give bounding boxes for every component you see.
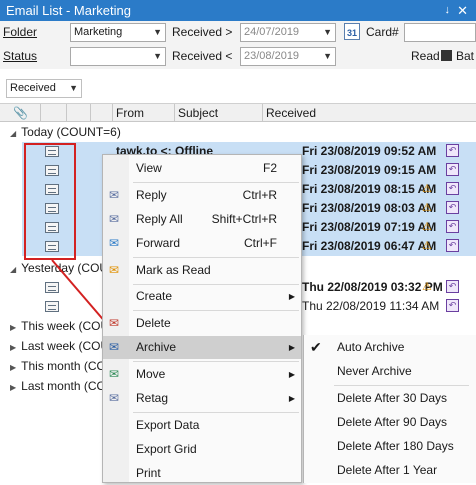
submenu-item-delete-1-year[interactable]: Delete After 1 Year xyxy=(304,458,476,482)
chevron-down-icon: ▼ xyxy=(69,83,78,93)
column-read[interactable] xyxy=(66,104,90,122)
menu-item-archive[interactable]: ✉ Archive ▶ xyxy=(103,336,301,359)
warning-icon: ⚠ xyxy=(422,240,432,252)
submenu-item-auto-archive[interactable]: ✔ Auto Archive xyxy=(304,335,476,359)
expand-icon: ▶ xyxy=(10,383,17,392)
window-title: Email List - Marketing xyxy=(6,3,131,18)
submenu-arrow-icon: ▶ xyxy=(288,394,295,403)
reply-status-icon: ↶ xyxy=(446,144,459,157)
expand-icon: ▶ xyxy=(10,343,17,352)
received-before-label: Received < xyxy=(172,49,233,63)
group-by-select[interactable]: Received ▼ xyxy=(6,79,82,98)
menu-divider xyxy=(133,412,299,413)
column-received[interactable]: Received xyxy=(262,104,476,122)
reply-status-icon: ↶ xyxy=(446,220,459,233)
column-icon[interactable] xyxy=(40,104,66,122)
reply-status-icon: ↶ xyxy=(446,299,459,312)
forward-icon: ✉ xyxy=(109,236,120,250)
card-label: Card# xyxy=(366,25,399,39)
menu-item-export-data[interactable]: Export Data xyxy=(103,414,301,437)
reply-status-icon: ↶ xyxy=(446,182,459,195)
menu-divider xyxy=(133,310,299,311)
selection-annotation-box xyxy=(24,143,76,260)
group-by-bar: Received ▼ xyxy=(0,69,476,103)
received-before-date[interactable]: 23/08/2019 ▼ xyxy=(240,47,336,66)
chevron-down-icon: ▼ xyxy=(153,27,162,37)
close-icon[interactable]: ✕ xyxy=(457,0,468,21)
reply-status-icon: ↶ xyxy=(446,280,459,293)
column-flag[interactable] xyxy=(90,104,112,122)
warning-icon: ⚠ xyxy=(422,281,432,293)
menu-item-delete[interactable]: ✉ Delete xyxy=(103,312,301,335)
menu-item-forward[interactable]: ✉ Forward Ctrl+F xyxy=(103,232,301,255)
submenu-arrow-icon: ▶ xyxy=(288,370,295,379)
reply-all-icon: ✉ xyxy=(109,212,120,226)
menu-item-create[interactable]: Create ▶ xyxy=(103,285,301,308)
received-after-label: Received > xyxy=(172,25,233,39)
submenu-arrow-icon: ▶ xyxy=(288,292,295,301)
expand-icon: ▶ xyxy=(10,323,17,332)
context-menu: View F2 ✉ Reply Ctrl+R ✉ Reply All Shift… xyxy=(102,154,302,483)
read-checkbox[interactable] xyxy=(441,50,452,61)
window-title-bar: Email List - Marketing ↓ ✕ xyxy=(0,0,476,21)
submenu-arrow-icon: ▶ xyxy=(288,343,295,352)
warning-icon: ⚠ xyxy=(422,183,432,195)
collapse-icon: ◢ xyxy=(10,129,17,138)
attachment-column-icon[interactable]: 📎 xyxy=(10,104,40,122)
reply-status-icon: ↶ xyxy=(446,163,459,176)
submenu-item-never-archive[interactable]: Never Archive xyxy=(304,359,476,383)
archive-submenu: ✔ Auto Archive Never Archive Delete Afte… xyxy=(303,335,476,483)
folder-label: Folder xyxy=(3,25,38,39)
chevron-down-icon: ▼ xyxy=(323,27,332,37)
archive-icon: ✉ xyxy=(109,340,120,354)
received-after-date[interactable]: 24/07/2019 ▼ xyxy=(240,23,336,42)
email-icon xyxy=(45,282,59,293)
pin-icon[interactable]: ↓ xyxy=(445,0,451,21)
group-today[interactable]: ◢ Today (COUNT=6) xyxy=(0,123,476,142)
menu-item-view[interactable]: View F2 xyxy=(103,157,301,180)
menu-divider xyxy=(133,361,299,362)
batch-label: Bat xyxy=(456,49,475,63)
status-select[interactable]: ▼ xyxy=(70,47,166,66)
submenu-item-delete-30[interactable]: Delete After 30 Days xyxy=(304,386,476,410)
menu-item-reply[interactable]: ✉ Reply Ctrl+R xyxy=(103,184,301,207)
warning-icon: ⚠ xyxy=(422,202,432,214)
expand-icon: ▶ xyxy=(10,363,17,372)
reply-status-icon: ↶ xyxy=(446,201,459,214)
menu-divider xyxy=(133,257,299,258)
email-open-icon xyxy=(45,301,59,312)
checkmark-icon: ✔ xyxy=(310,339,322,355)
submenu-item-delete-180[interactable]: Delete After 180 Days xyxy=(304,434,476,458)
submenu-item-delete-90[interactable]: Delete After 90 Days xyxy=(304,410,476,434)
calendar-icon[interactable]: 31 xyxy=(344,23,360,40)
grid-header: 📎 From Subject Received xyxy=(0,103,476,122)
menu-item-reply-all[interactable]: ✉ Reply All Shift+Ctrl+R xyxy=(103,208,301,231)
folder-select[interactable]: Marketing ▼ xyxy=(70,23,166,42)
filter-panel: Folder Marketing ▼ Received > 24/07/2019 ▼… xyxy=(0,21,476,69)
move-icon: ✉ xyxy=(109,367,120,381)
menu-item-retag[interactable]: ✉ Retag ▶ xyxy=(103,387,301,410)
delete-icon: ✉ xyxy=(109,316,120,330)
column-subject[interactable]: Subject xyxy=(174,104,262,122)
collapse-icon: ◢ xyxy=(10,265,17,274)
menu-item-move[interactable]: ✉ Move ▶ xyxy=(103,363,301,386)
column-from[interactable]: From xyxy=(112,104,174,122)
menu-item-export-grid[interactable]: Export Grid xyxy=(103,438,301,461)
status-label: Status xyxy=(3,49,38,63)
reply-icon: ✉ xyxy=(109,188,120,202)
chevron-down-icon: ▼ xyxy=(323,51,332,61)
card-input[interactable] xyxy=(404,23,476,42)
reply-status-icon: ↶ xyxy=(446,239,459,252)
menu-item-print[interactable]: Print xyxy=(103,462,301,485)
menu-divider xyxy=(133,182,299,183)
menu-item-mark-as-read[interactable]: ✉ Mark as Read xyxy=(103,259,301,282)
read-label: Read xyxy=(411,49,440,63)
mark-read-icon: ✉ xyxy=(109,263,120,277)
retag-icon: ✉ xyxy=(109,391,120,405)
chevron-down-icon: ▼ xyxy=(153,51,162,61)
warning-icon: ⚠ xyxy=(422,221,432,233)
